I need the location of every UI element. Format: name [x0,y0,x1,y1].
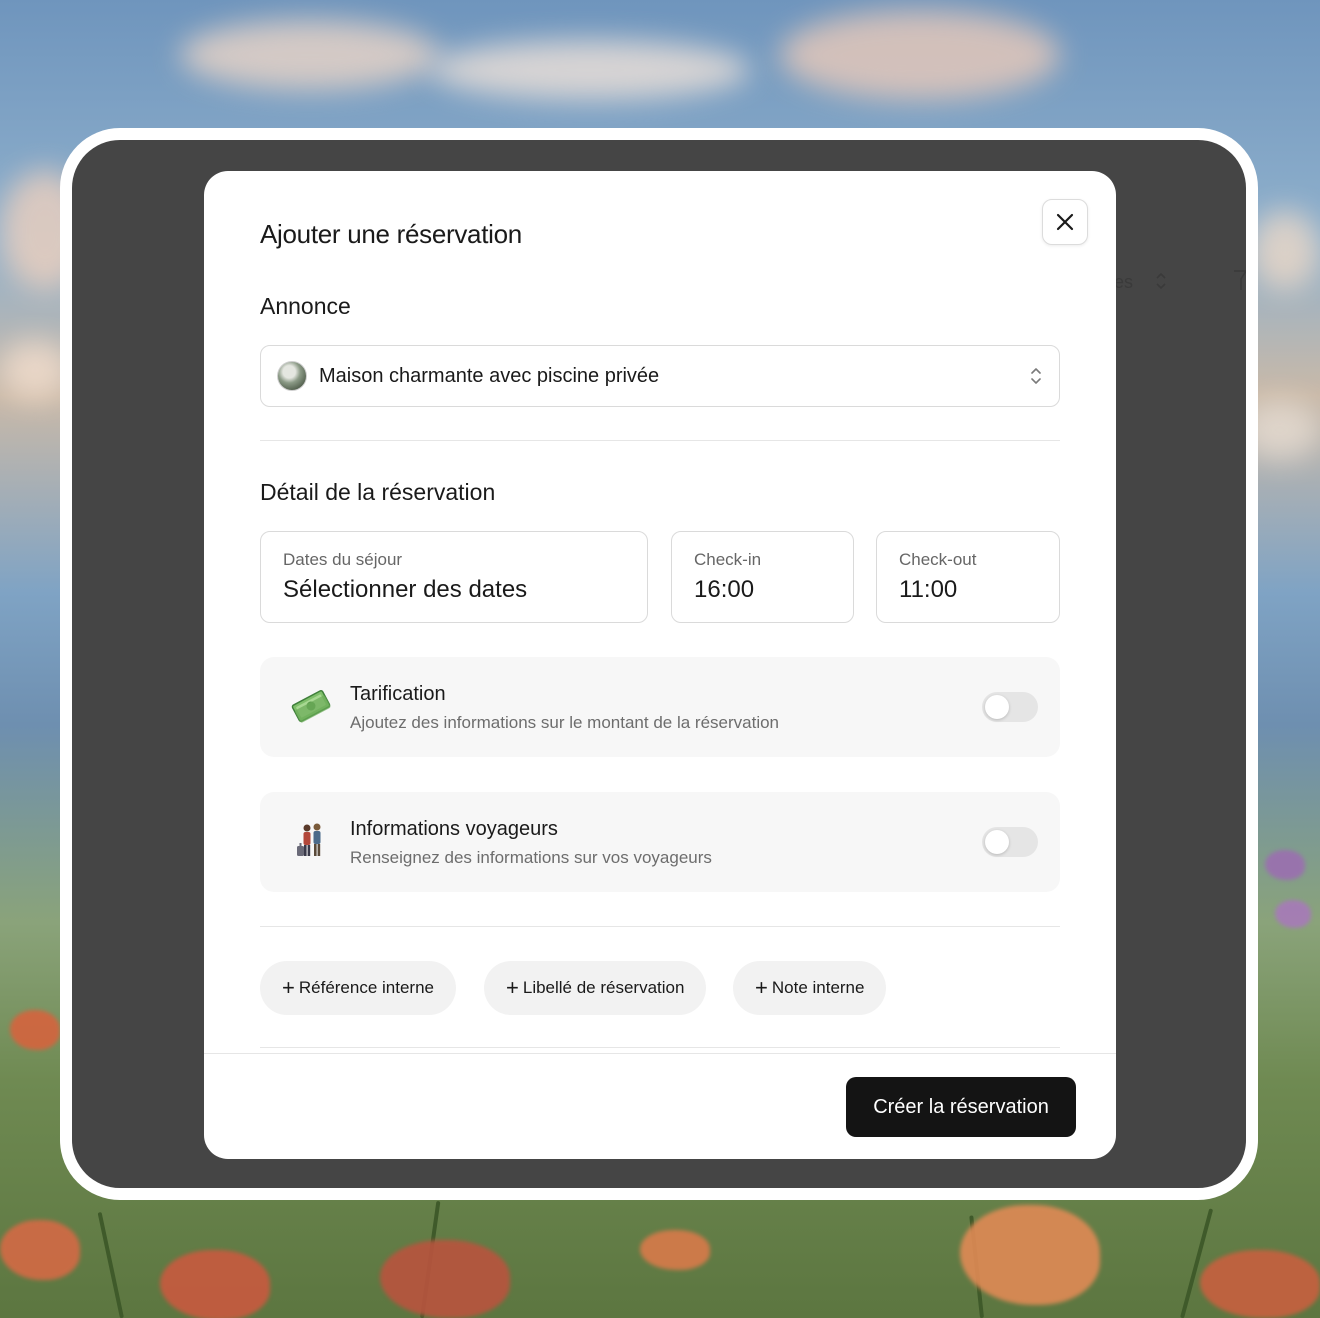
checkin-field[interactable]: Check-in 16:00 [671,531,854,623]
footer-top-divider [260,1047,1060,1048]
checkout-field-value: 11:00 [899,576,958,603]
add-internal-note-chip[interactable]: + Note interne [733,961,887,1015]
background-filter-icon [1234,270,1246,290]
checkout-field-label: Check-out [899,550,977,569]
listing-select-value: Maison charmante avec piscine privée [319,364,660,387]
guests-toggle-knob [985,830,1009,854]
guests-title: Informations voyageurs [350,818,558,840]
dates-field[interactable]: Dates du séjour Sélectionner des dates [260,531,648,623]
chip-label: Référence interne [298,978,434,997]
section-divider [260,440,1060,441]
chevron-up-down-icon [1031,368,1041,384]
pricing-card: Tarification Ajoutez des informations su… [260,657,1060,757]
pricing-toggle[interactable] [982,692,1038,722]
chip-label: Libellé de réservation [522,978,685,997]
chip-label: Note interne [771,978,865,997]
pricing-title: Tarification [350,683,446,705]
checkin-field-value: 16:00 [694,576,755,603]
listing-avatar [277,361,307,391]
plus-icon: + [282,975,295,1000]
checkin-field-label: Check-in [694,550,762,569]
add-reservation-label-chip[interactable]: + Libellé de réservation [484,961,707,1015]
modal-title: Ajouter une réservation [260,219,522,249]
chips-divider [260,926,1060,927]
add-reservation-modal: Ajouter une réservation Annonce Maison c… [204,171,1116,1159]
checkout-field[interactable]: Check-out 11:00 [876,531,1060,623]
create-reservation-button[interactable]: Créer la réservation [846,1077,1076,1137]
background-ghost-text: es [1114,272,1134,292]
dates-field-value: Sélectionner des dates [283,576,528,603]
listing-select[interactable]: Maison charmante avec piscine privée [260,345,1060,407]
guests-description: Renseignez des informations sur vos voya… [350,848,712,867]
money-icon [291,690,331,723]
pricing-description: Ajoutez des informations sur le montant … [350,713,780,732]
pricing-toggle-knob [985,695,1009,719]
background-sort-icon [1156,272,1166,290]
close-button[interactable] [1042,199,1088,245]
listing-section-label: Annonce [260,293,351,319]
close-icon [1056,213,1074,231]
travelers-icon [297,823,321,856]
details-section-label: Détail de la réservation [260,479,496,505]
guests-toggle[interactable] [982,827,1038,857]
plus-icon: + [506,975,519,1000]
dates-field-label: Dates du séjour [283,550,403,569]
footer-divider [204,1053,1116,1054]
guests-card: Informations voyageurs Renseignez des in… [260,792,1060,892]
plus-icon: + [755,975,768,1000]
add-internal-reference-chip[interactable]: + Référence interne [260,961,456,1015]
